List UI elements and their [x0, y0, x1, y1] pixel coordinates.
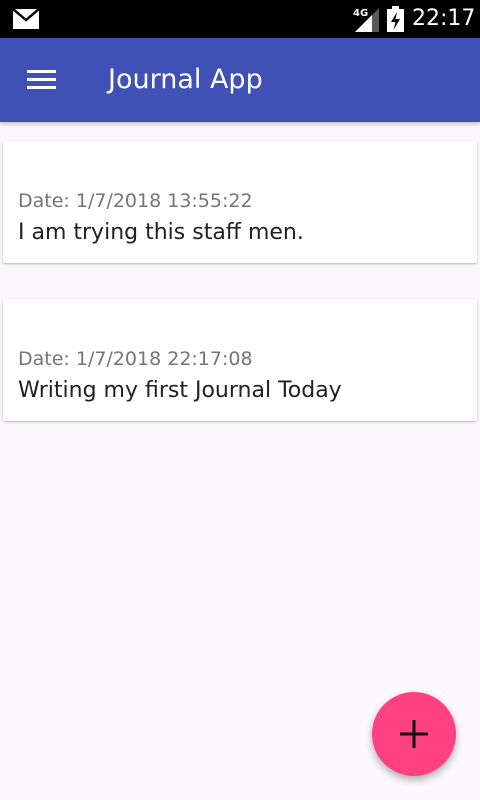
journal-entry-card[interactable]: Date: 1/7/2018 13:55:22 I am trying this…	[3, 141, 477, 263]
plus-icon	[400, 720, 428, 748]
app-title: Journal App	[108, 64, 263, 95]
entry-date: Date: 1/7/2018 13:55:22	[18, 190, 253, 212]
entry-text: I am trying this staff men.	[18, 220, 304, 245]
mail-icon	[13, 9, 39, 29]
signal-4g-icon: 4G	[353, 8, 379, 32]
menu-icon[interactable]	[26, 68, 58, 92]
battery-charging-icon	[387, 6, 404, 32]
status-clock: 22:17	[412, 6, 476, 31]
entry-date: Date: 1/7/2018 22:17:08	[18, 348, 253, 370]
add-entry-button[interactable]	[372, 692, 456, 776]
status-bar: 4G 22:17	[0, 0, 480, 38]
entry-text: Writing my first Journal Today	[18, 378, 342, 403]
network-label: 4G	[353, 8, 368, 19]
app-bar: Journal App	[0, 38, 480, 122]
journal-entry-card[interactable]: Date: 1/7/2018 22:17:08 Writing my first…	[3, 299, 477, 421]
